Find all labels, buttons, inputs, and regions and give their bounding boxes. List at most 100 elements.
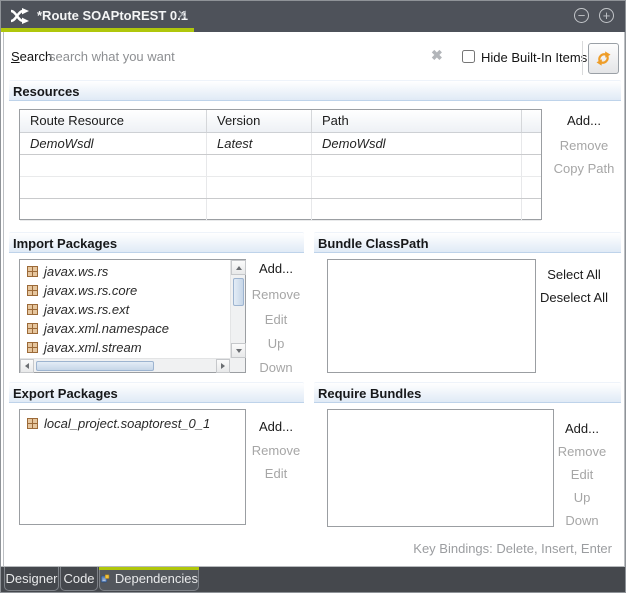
minimize-icon[interactable]: −: [574, 8, 589, 23]
package-icon: [27, 304, 38, 315]
arrow-down-icon: [236, 349, 242, 353]
empty-cell: [312, 155, 522, 176]
import-add-button[interactable]: Add...: [248, 261, 304, 276]
empty-cell: [522, 177, 541, 198]
package-name: javax.xml.namespace: [44, 321, 169, 336]
import-remove-button[interactable]: Remove: [248, 287, 304, 302]
dependencies-view: *Route SOAPtoREST 0.1 ✕ − + Search ✖ Hid…: [0, 0, 626, 593]
table-row-empty: [20, 155, 541, 177]
export-packages-list[interactable]: local_project.soaptorest_0_1: [19, 409, 246, 525]
bundle-classpath-list[interactable]: [327, 259, 536, 373]
list-item[interactable]: javax.xml.stream: [20, 338, 229, 357]
package-name: javax.ws.rs.ext: [44, 302, 129, 317]
editor-tab-bar: *Route SOAPtoREST 0.1 ✕ − +: [1, 1, 626, 32]
vertical-scroll-thumb[interactable]: [233, 278, 244, 306]
empty-cell: [312, 177, 522, 198]
scroll-up-button[interactable]: [231, 260, 246, 275]
tab-designer[interactable]: Designer: [4, 567, 59, 591]
require-down-button[interactable]: Down: [550, 513, 614, 528]
resources-remove-button[interactable]: Remove: [544, 138, 624, 153]
package-icon: [27, 285, 38, 296]
import-packages-list[interactable]: javax.ws.rs javax.ws.rs.core javax.ws.rs…: [19, 259, 246, 373]
empty-cell: [207, 177, 312, 198]
package-name: javax.ws.rs: [44, 264, 108, 279]
package-name: javax.ws.rs.core: [44, 283, 137, 298]
export-packages-section-header: Export Packages: [9, 382, 304, 403]
import-up-button[interactable]: Up: [248, 336, 304, 351]
empty-cell: [522, 199, 541, 220]
vertical-scrollbar[interactable]: [230, 260, 245, 358]
require-edit-button[interactable]: Edit: [550, 467, 614, 482]
require-remove-button[interactable]: Remove: [550, 444, 614, 459]
resources-table[interactable]: Route Resource Version Path DemoWsdl Lat…: [19, 109, 542, 220]
resources-section-header: Resources: [9, 80, 621, 101]
search-input[interactable]: [47, 43, 426, 69]
tab-label: Code: [63, 571, 94, 586]
resources-add-button[interactable]: Add...: [544, 113, 624, 128]
export-packages-title: Export Packages: [13, 386, 118, 401]
arrow-up-icon: [236, 266, 242, 270]
package-name: local_project.soaptorest_0_1: [44, 416, 210, 431]
tab-close-icon[interactable]: ✕: [177, 7, 188, 23]
empty-cell: [207, 199, 312, 220]
list-item[interactable]: javax.xml.namespace: [20, 319, 229, 338]
list-item[interactable]: javax.ws.rs: [20, 262, 229, 281]
editor-tab-title[interactable]: *Route SOAPtoREST 0.1: [37, 8, 188, 23]
import-packages-section-header: Import Packages: [9, 232, 304, 253]
export-add-button[interactable]: Add...: [248, 419, 304, 434]
sync-arrows-icon: [595, 50, 612, 67]
scrollbar-corner: [230, 358, 245, 372]
require-add-button[interactable]: Add...: [550, 421, 614, 436]
horizontal-scrollbar[interactable]: [20, 358, 230, 372]
require-bundles-list[interactable]: [327, 409, 554, 527]
horizontal-scroll-thumb[interactable]: [36, 361, 154, 371]
table-row-empty: [20, 177, 541, 199]
list-item[interactable]: javax.ws.rs.core: [20, 281, 229, 300]
column-header-path[interactable]: Path: [312, 110, 522, 132]
empty-cell: [20, 155, 207, 176]
empty-cell: [207, 155, 312, 176]
hide-builtin-checkbox[interactable]: [462, 50, 475, 63]
tab-code[interactable]: Code: [60, 567, 98, 591]
route-icon: [10, 8, 30, 24]
cell-spare: [522, 133, 541, 154]
export-remove-button[interactable]: Remove: [248, 443, 304, 458]
deselect-all-button[interactable]: Deselect All: [536, 290, 612, 305]
empty-cell: [522, 155, 541, 176]
view-tab-bar: Designer Code Dependencies: [1, 566, 626, 593]
resources-copy-path-button[interactable]: Copy Path: [544, 161, 624, 176]
cell-version[interactable]: Latest: [207, 133, 312, 154]
arrow-right-icon: [221, 363, 225, 369]
tab-dependencies[interactable]: Dependencies: [99, 567, 199, 591]
package-icon: [27, 323, 38, 334]
cell-route-resource[interactable]: DemoWsdl: [20, 133, 207, 154]
resources-title: Resources: [13, 84, 79, 99]
require-up-button[interactable]: Up: [550, 490, 614, 505]
empty-cell: [312, 199, 522, 220]
import-packages-items: javax.ws.rs javax.ws.rs.core javax.ws.rs…: [20, 262, 229, 358]
dependencies-icon: [100, 571, 110, 586]
cell-path[interactable]: DemoWsdl: [312, 133, 522, 154]
column-header-route-resource[interactable]: Route Resource: [20, 110, 207, 132]
refresh-dependencies-button[interactable]: [588, 43, 619, 74]
key-bindings-hint: Key Bindings: Delete, Insert, Enter: [413, 541, 612, 556]
bundle-classpath-section-header: Bundle ClassPath: [314, 232, 621, 253]
scroll-down-button[interactable]: [231, 343, 246, 358]
select-all-button[interactable]: Select All: [536, 267, 612, 282]
tab-label: Dependencies: [115, 571, 198, 586]
list-item[interactable]: local_project.soaptorest_0_1: [20, 414, 245, 433]
active-tab-accent: [99, 567, 199, 570]
table-row-empty: [20, 199, 541, 221]
import-edit-button[interactable]: Edit: [248, 312, 304, 327]
export-edit-button[interactable]: Edit: [248, 466, 304, 481]
bundle-classpath-title: Bundle ClassPath: [318, 236, 429, 251]
scroll-left-button[interactable]: [20, 359, 34, 373]
column-header-version[interactable]: Version: [207, 110, 312, 132]
import-down-button[interactable]: Down: [248, 360, 304, 375]
table-row[interactable]: DemoWsdl Latest DemoWsdl: [20, 133, 541, 155]
maximize-icon[interactable]: +: [599, 8, 614, 23]
list-item[interactable]: javax.ws.rs.ext: [20, 300, 229, 319]
scroll-right-button[interactable]: [216, 359, 230, 373]
hide-builtin-label[interactable]: Hide Built-In Items: [481, 50, 587, 65]
clear-search-icon[interactable]: ✖: [431, 47, 443, 64]
